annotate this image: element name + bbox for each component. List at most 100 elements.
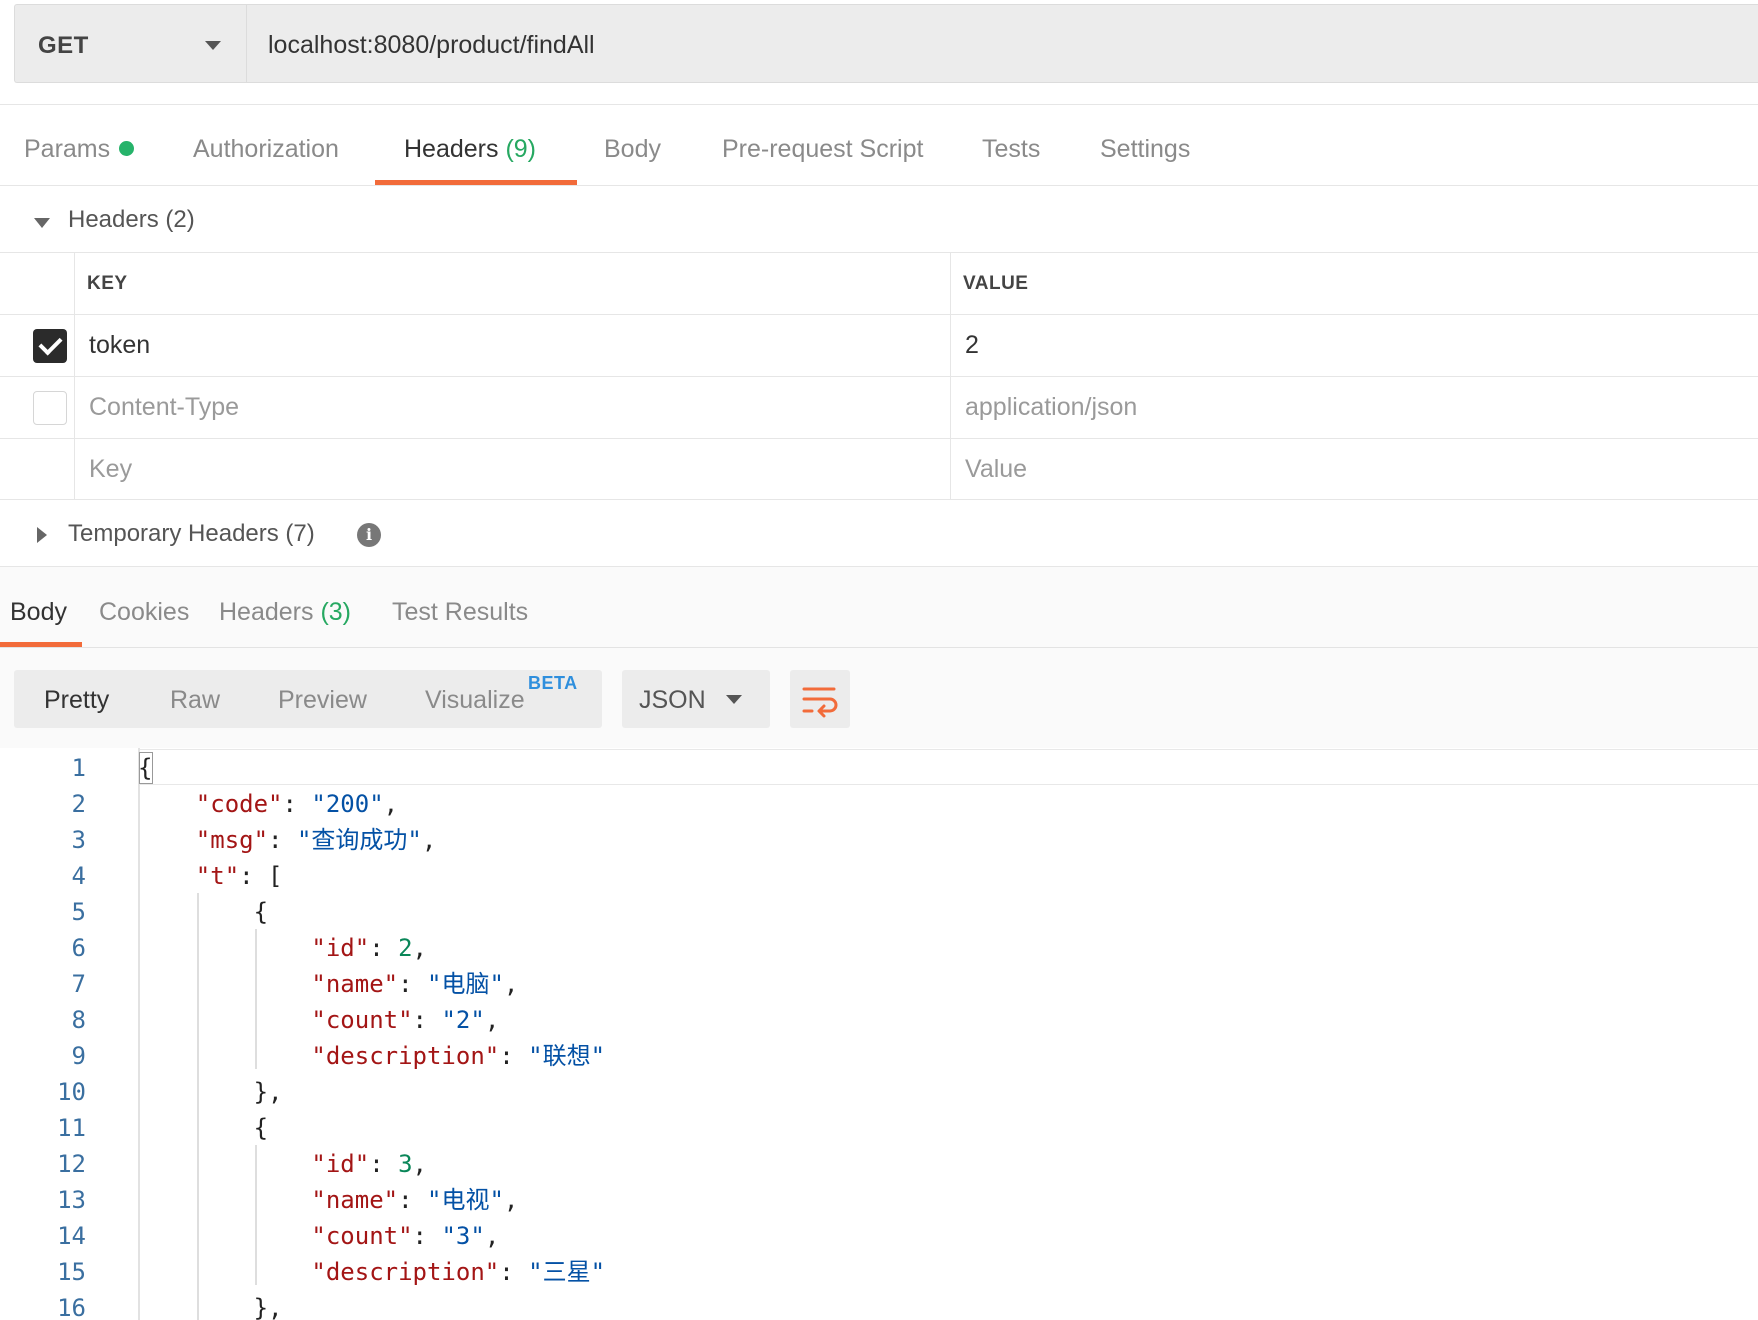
request-bar: GET localhost:8080/product/findAll (14, 4, 1758, 83)
line-number: 16 (57, 1294, 86, 1320)
response-tab-cookies[interactable]: Cookies (99, 598, 189, 627)
line-number: 9 (71, 1042, 86, 1070)
table-row-new: Key Value (0, 438, 1758, 500)
code-text: "t": [ (138, 858, 283, 894)
row-checkbox-unchecked[interactable] (33, 391, 67, 425)
line-number: 1 (71, 754, 86, 782)
tab-label: Headers (404, 135, 499, 163)
visualize-label: Visualize (425, 686, 525, 714)
json-punctuation (138, 862, 196, 890)
line-number: 13 (57, 1186, 86, 1214)
json-key: "description" (311, 1258, 500, 1286)
code-line: 3 "msg": "查询成功", (0, 822, 1758, 858)
key-value: Content-Type (89, 393, 240, 421)
json-string: "200" (311, 790, 384, 818)
code-text: "code": "200", (138, 786, 398, 822)
key-header-label: KEY (87, 273, 128, 294)
code-line: 11 { (0, 1110, 1758, 1146)
response-tab-body[interactable]: Body (10, 598, 67, 627)
line-number: 7 (71, 970, 86, 998)
new-value-input[interactable]: Value (951, 439, 1758, 500)
code-text: }, (138, 1290, 283, 1320)
divider (0, 647, 1758, 648)
json-punctuation (138, 790, 196, 818)
json-punctuation: , (503, 970, 519, 998)
expand-triangle-icon[interactable] (37, 527, 47, 543)
tab-pre-request-script[interactable]: Pre-request Script (722, 135, 923, 164)
json-punctuation: , (412, 934, 427, 962)
line-number: 8 (71, 1006, 86, 1034)
line-number: 6 (71, 934, 86, 962)
table-header-row: KEY VALUE (0, 252, 1758, 314)
json-punctuation: , (484, 1006, 500, 1034)
format-select[interactable]: JSON (622, 670, 770, 728)
wrap-lines-button[interactable] (790, 670, 850, 728)
response-tab-headers[interactable]: Headers (3) (219, 598, 351, 627)
url-input[interactable]: localhost:8080/product/findAll (268, 31, 595, 60)
tab-tests[interactable]: Tests (982, 135, 1040, 164)
json-punctuation: { (138, 1114, 269, 1142)
tab-body[interactable]: Body (604, 135, 661, 164)
json-punctuation (138, 1006, 311, 1034)
section-count: (7) (285, 520, 315, 547)
code-line: 13 "name": "电视", (0, 1182, 1758, 1218)
json-punctuation: : (369, 934, 399, 962)
json-punctuation: : (398, 970, 427, 998)
info-icon[interactable]: i (357, 523, 381, 547)
json-punctuation: : (398, 1186, 427, 1214)
new-key-input[interactable]: Key (75, 439, 951, 500)
wrap-lines-icon (802, 687, 838, 718)
checkbox-column-header (0, 253, 75, 314)
view-pretty-button[interactable]: Pretty (44, 686, 109, 715)
format-label: JSON (639, 686, 706, 714)
code-text: "msg": "查询成功", (138, 822, 437, 858)
response-tab-test-results[interactable]: Test Results (392, 598, 528, 627)
code-text: { (138, 1110, 268, 1146)
json-punctuation: { (138, 898, 269, 926)
line-number: 5 (71, 898, 86, 926)
row-checkbox-checked[interactable] (33, 329, 67, 363)
bracket-match-highlight (139, 752, 153, 784)
key-cell[interactable]: Content-Type (75, 377, 951, 438)
line-number: 14 (57, 1222, 86, 1250)
method-select[interactable]: GET (15, 5, 247, 82)
json-punctuation: , (421, 826, 437, 854)
key-cell[interactable]: token (75, 315, 951, 376)
tab-authorization[interactable]: Authorization (193, 135, 339, 164)
row-checkbox-cell (0, 315, 75, 376)
chevron-down-icon (205, 41, 221, 50)
key-column-header: KEY (75, 253, 951, 314)
indent-guide (255, 1145, 257, 1285)
collapse-triangle-icon[interactable] (34, 218, 50, 228)
tab-label: Headers (219, 598, 314, 626)
table-row: token 2 (0, 314, 1758, 376)
value-cell[interactable]: 2 (951, 315, 1758, 376)
view-preview-button[interactable]: Preview (278, 686, 367, 715)
tab-count: (9) (505, 135, 537, 163)
code-text: "name": "电脑", (138, 966, 518, 1002)
json-punctuation (138, 970, 311, 998)
json-punctuation: : (412, 1222, 442, 1250)
table-row: Content-Type application/json (0, 376, 1758, 438)
headers-section-title[interactable]: Headers (2) (68, 206, 195, 234)
indent-guide (197, 893, 199, 1320)
divider (0, 566, 1758, 567)
view-visualize-button[interactable]: Visualize BETA (425, 673, 577, 715)
tab-headers[interactable]: Headers (9) (404, 135, 536, 164)
tab-params[interactable]: Params (24, 135, 135, 164)
temporary-headers-title[interactable]: Temporary Headers (7) (68, 520, 315, 548)
tab-label: Settings (1100, 135, 1191, 163)
value-header-label: VALUE (963, 273, 1029, 294)
value-cell[interactable]: application/json (951, 377, 1758, 438)
code-line: 5 { (0, 894, 1758, 930)
json-key: "count" (311, 1222, 413, 1250)
tab-settings[interactable]: Settings (1100, 135, 1190, 164)
code-text: "description": "联想" (138, 1038, 605, 1074)
json-string: "2" (441, 1006, 485, 1034)
json-punctuation: : (369, 1150, 399, 1178)
json-punctuation: : (499, 1042, 529, 1070)
view-raw-button[interactable]: Raw (170, 686, 220, 715)
section-title-label: Headers (68, 206, 159, 233)
json-punctuation: }, (138, 1294, 283, 1320)
code-line: 4 "t": [ (0, 858, 1758, 894)
